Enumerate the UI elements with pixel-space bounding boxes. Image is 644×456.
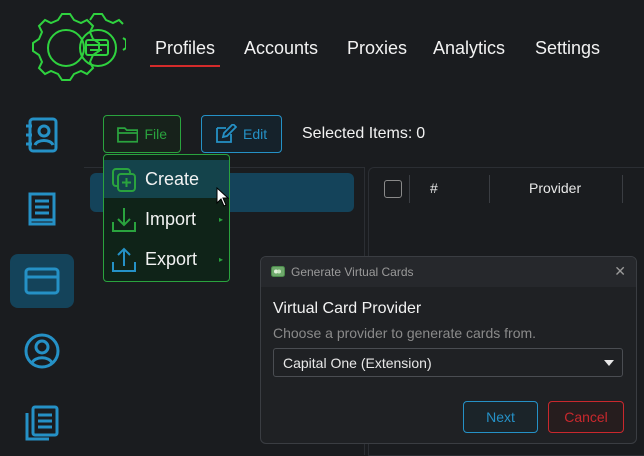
nav-profiles[interactable]: Profiles <box>149 38 221 67</box>
provider-select-value: Capital One (Extension) <box>283 355 432 371</box>
dialog-titlebar: Generate Virtual Cards ✕ <box>261 257 636 287</box>
cancel-button[interactable]: Cancel <box>548 401 624 433</box>
app-logo <box>32 13 126 81</box>
submenu-arrow-icon: ▸ <box>218 254 223 264</box>
menu-item-import[interactable]: Import ▸ <box>104 200 229 238</box>
download-icon <box>112 208 136 232</box>
provider-select[interactable]: Capital One (Extension) <box>273 348 623 377</box>
sidebar-item-cards[interactable] <box>10 254 74 308</box>
column-separator <box>409 175 410 203</box>
edit-icon <box>216 124 237 143</box>
dialog-title: Generate Virtual Cards <box>291 265 414 279</box>
nav-proxies[interactable]: Proxies <box>347 38 407 59</box>
add-copy-icon <box>112 168 136 192</box>
book-icon <box>28 192 56 226</box>
selected-items-count: 0 <box>416 125 426 142</box>
folder-icon <box>117 127 139 143</box>
selected-items-label: Selected Items: 0 <box>302 125 425 143</box>
mouse-cursor-icon <box>216 187 230 207</box>
file-button[interactable]: File <box>103 115 181 153</box>
nav-accounts[interactable]: Accounts <box>244 38 318 59</box>
dialog-heading: Virtual Card Provider <box>273 300 422 317</box>
submenu-arrow-icon: ▸ <box>218 214 223 224</box>
contacts-book-icon <box>26 117 58 153</box>
close-icon[interactable]: ✕ <box>614 263 626 280</box>
column-separator <box>489 175 490 203</box>
edit-button-label: Edit <box>243 126 268 142</box>
file-button-label: File <box>144 126 167 142</box>
file-menu: Create Import ▸ Export ▸ <box>103 154 230 282</box>
select-all-checkbox[interactable] <box>384 180 402 198</box>
nav-analytics[interactable]: Analytics <box>433 38 505 59</box>
edit-button[interactable]: Edit <box>201 115 282 153</box>
menu-item-create[interactable]: Create <box>104 160 229 198</box>
sidebar-item-contacts[interactable] <box>10 108 74 162</box>
sidebar-item-documents[interactable] <box>10 396 74 450</box>
generate-cards-dialog: Generate Virtual Cards ✕ Virtual Card Pr… <box>260 256 637 444</box>
chevron-down-icon <box>604 360 614 366</box>
next-button[interactable]: Next <box>463 401 538 433</box>
sidebar-item-user[interactable] <box>10 324 74 378</box>
dialog-subtitle: Choose a provider to generate cards from… <box>273 325 537 341</box>
credit-card-icon <box>24 267 60 295</box>
nav-settings[interactable]: Settings <box>535 38 600 59</box>
card-icon <box>271 266 285 277</box>
column-header-number[interactable]: # <box>430 168 438 208</box>
sidebar <box>0 100 84 454</box>
selected-items-text: Selected Items: <box>302 125 413 142</box>
top-bar: Profiles Accounts Proxies Analytics Sett… <box>0 0 644 100</box>
user-circle-icon <box>24 333 60 369</box>
column-header-provider[interactable]: Provider <box>529 168 581 208</box>
menu-item-create-label: Create <box>145 168 200 189</box>
upload-icon <box>112 247 136 272</box>
documents-icon <box>25 405 59 441</box>
sidebar-item-book[interactable] <box>10 182 74 236</box>
menu-item-export-label: Export <box>145 248 198 269</box>
menu-item-import-label: Import <box>145 208 197 229</box>
column-separator <box>622 175 623 203</box>
menu-item-export[interactable]: Export ▸ <box>104 240 229 278</box>
